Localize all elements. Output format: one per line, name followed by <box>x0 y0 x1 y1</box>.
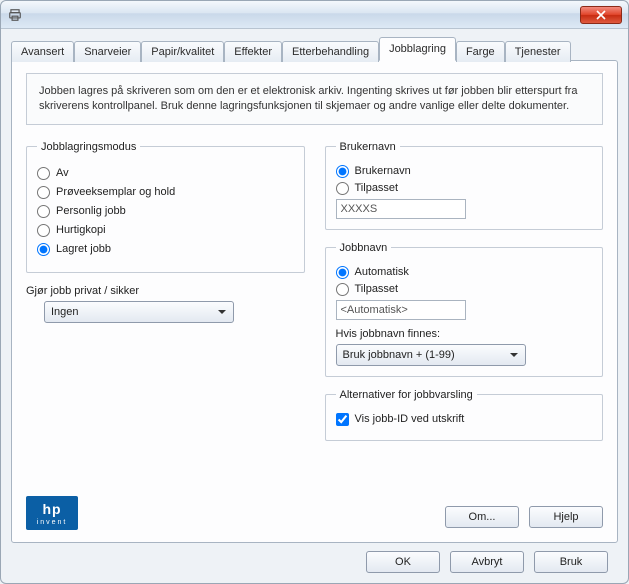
mode-option-lagret-jobb[interactable]: Lagret jobb <box>37 243 294 256</box>
dialog-body: AvansertSnarveierPapir/kvalitetEffekterE… <box>1 29 628 583</box>
mode-radio[interactable] <box>37 224 50 237</box>
group-storage-mode: Jobblagringsmodus Av Prøveeksemplar og ho… <box>26 141 305 273</box>
tabstrip: AvansertSnarveierPapir/kvalitetEffekterE… <box>11 37 618 61</box>
username-radio-custom[interactable] <box>336 182 349 195</box>
tab-snarveier[interactable]: Snarveier <box>74 41 141 62</box>
printer-icon <box>7 7 23 23</box>
mode-radio-label: Av <box>56 167 69 179</box>
close-button[interactable] <box>580 6 622 24</box>
tab-etterbehandling[interactable]: Etterbehandling <box>282 41 379 62</box>
group-username-legend: Brukernavn <box>336 141 400 153</box>
mode-radio-label: Hurtigkopi <box>56 224 106 236</box>
hp-logo: hp invent <box>26 496 78 530</box>
show-jobid-label: Vis jobb-ID ved utskrift <box>355 413 465 425</box>
tab-papir-kvalitet[interactable]: Papir/kvalitet <box>141 41 224 62</box>
mode-option-personlig-jobb[interactable]: Personlig jobb <box>37 205 294 218</box>
mode-option-pr-veeksemplar-og-hold[interactable]: Prøveeksemplar og hold <box>37 186 294 199</box>
private-secure-section: Gjør jobb privat / sikker Ingen <box>26 285 305 323</box>
username-radio-custom-label: Tilpasset <box>355 182 399 194</box>
hp-logo-text: hp <box>42 501 61 517</box>
jobname-input[interactable] <box>336 300 466 320</box>
group-storage-mode-legend: Jobblagringsmodus <box>37 141 140 153</box>
username-radio-username[interactable] <box>336 165 349 178</box>
private-secure-select[interactable]: Ingen <box>44 301 234 323</box>
tab-avansert[interactable]: Avansert <box>11 41 74 62</box>
jobname-option-auto[interactable]: Automatisk <box>336 266 593 279</box>
dialog-button-row: OK Avbryt Bruk <box>11 543 618 573</box>
mode-radio[interactable] <box>37 205 50 218</box>
mode-radio-label: Personlig jobb <box>56 205 126 217</box>
hp-logo-tagline: invent <box>37 519 68 526</box>
show-jobid-row[interactable]: Vis jobb-ID ved utskrift <box>336 413 593 426</box>
group-jobname-legend: Jobbnavn <box>336 242 392 254</box>
tab-jobblagring[interactable]: Jobblagring <box>379 37 456 61</box>
apply-button[interactable]: Bruk <box>534 551 608 573</box>
mode-option-hurtigkopi[interactable]: Hurtigkopi <box>37 224 294 237</box>
ok-button[interactable]: OK <box>366 551 440 573</box>
username-input[interactable] <box>336 199 466 219</box>
tab-tjenester[interactable]: Tjenester <box>505 41 571 62</box>
group-jobname: Jobbnavn Automatisk Tilpasset Hvis jobbn… <box>325 242 604 377</box>
mode-radio[interactable] <box>37 186 50 199</box>
mode-radio-label: Prøveeksemplar og hold <box>56 186 175 198</box>
jobname-option-custom[interactable]: Tilpasset <box>336 283 593 296</box>
mode-radio-label: Lagret jobb <box>56 243 111 255</box>
about-button[interactable]: Om... <box>445 506 519 528</box>
show-jobid-checkbox[interactable] <box>336 413 349 426</box>
mode-radio[interactable] <box>37 167 50 180</box>
jobname-exists-select[interactable]: Bruk jobbnavn + (1-99) <box>336 344 526 366</box>
mode-radio[interactable] <box>37 243 50 256</box>
tab-effekter[interactable]: Effekter <box>224 41 282 62</box>
private-secure-label: Gjør jobb privat / sikker <box>26 285 305 297</box>
mode-option-av[interactable]: Av <box>37 167 294 180</box>
jobname-radio-auto[interactable] <box>336 266 349 279</box>
description-box: Jobben lagres på skriveren som om den er… <box>26 73 603 125</box>
username-option-custom[interactable]: Tilpasset <box>336 182 593 195</box>
username-option-username[interactable]: Brukernavn <box>336 165 593 178</box>
jobname-radio-auto-label: Automatisk <box>355 266 409 278</box>
group-notify: Alternativer for jobbvarsling Vis jobb-I… <box>325 389 604 441</box>
print-properties-window: AvansertSnarveierPapir/kvalitetEffekterE… <box>0 0 629 584</box>
titlebar <box>1 1 628 29</box>
jobname-exists-label: Hvis jobbnavn finnes: <box>336 328 593 340</box>
help-button[interactable]: Hjelp <box>529 506 603 528</box>
jobname-radio-custom-label: Tilpasset <box>355 283 399 295</box>
jobname-radio-custom[interactable] <box>336 283 349 296</box>
tab-panel-jobstorage: Jobben lagres på skriveren som om den er… <box>11 60 618 543</box>
cancel-button[interactable]: Avbryt <box>450 551 524 573</box>
group-username: Brukernavn Brukernavn Tilpasset <box>325 141 604 230</box>
description-text: Jobben lagres på skriveren som om den er… <box>39 85 577 112</box>
tab-farge[interactable]: Farge <box>456 41 505 62</box>
group-notify-legend: Alternativer for jobbvarsling <box>336 389 477 401</box>
username-radio-username-label: Brukernavn <box>355 165 411 177</box>
